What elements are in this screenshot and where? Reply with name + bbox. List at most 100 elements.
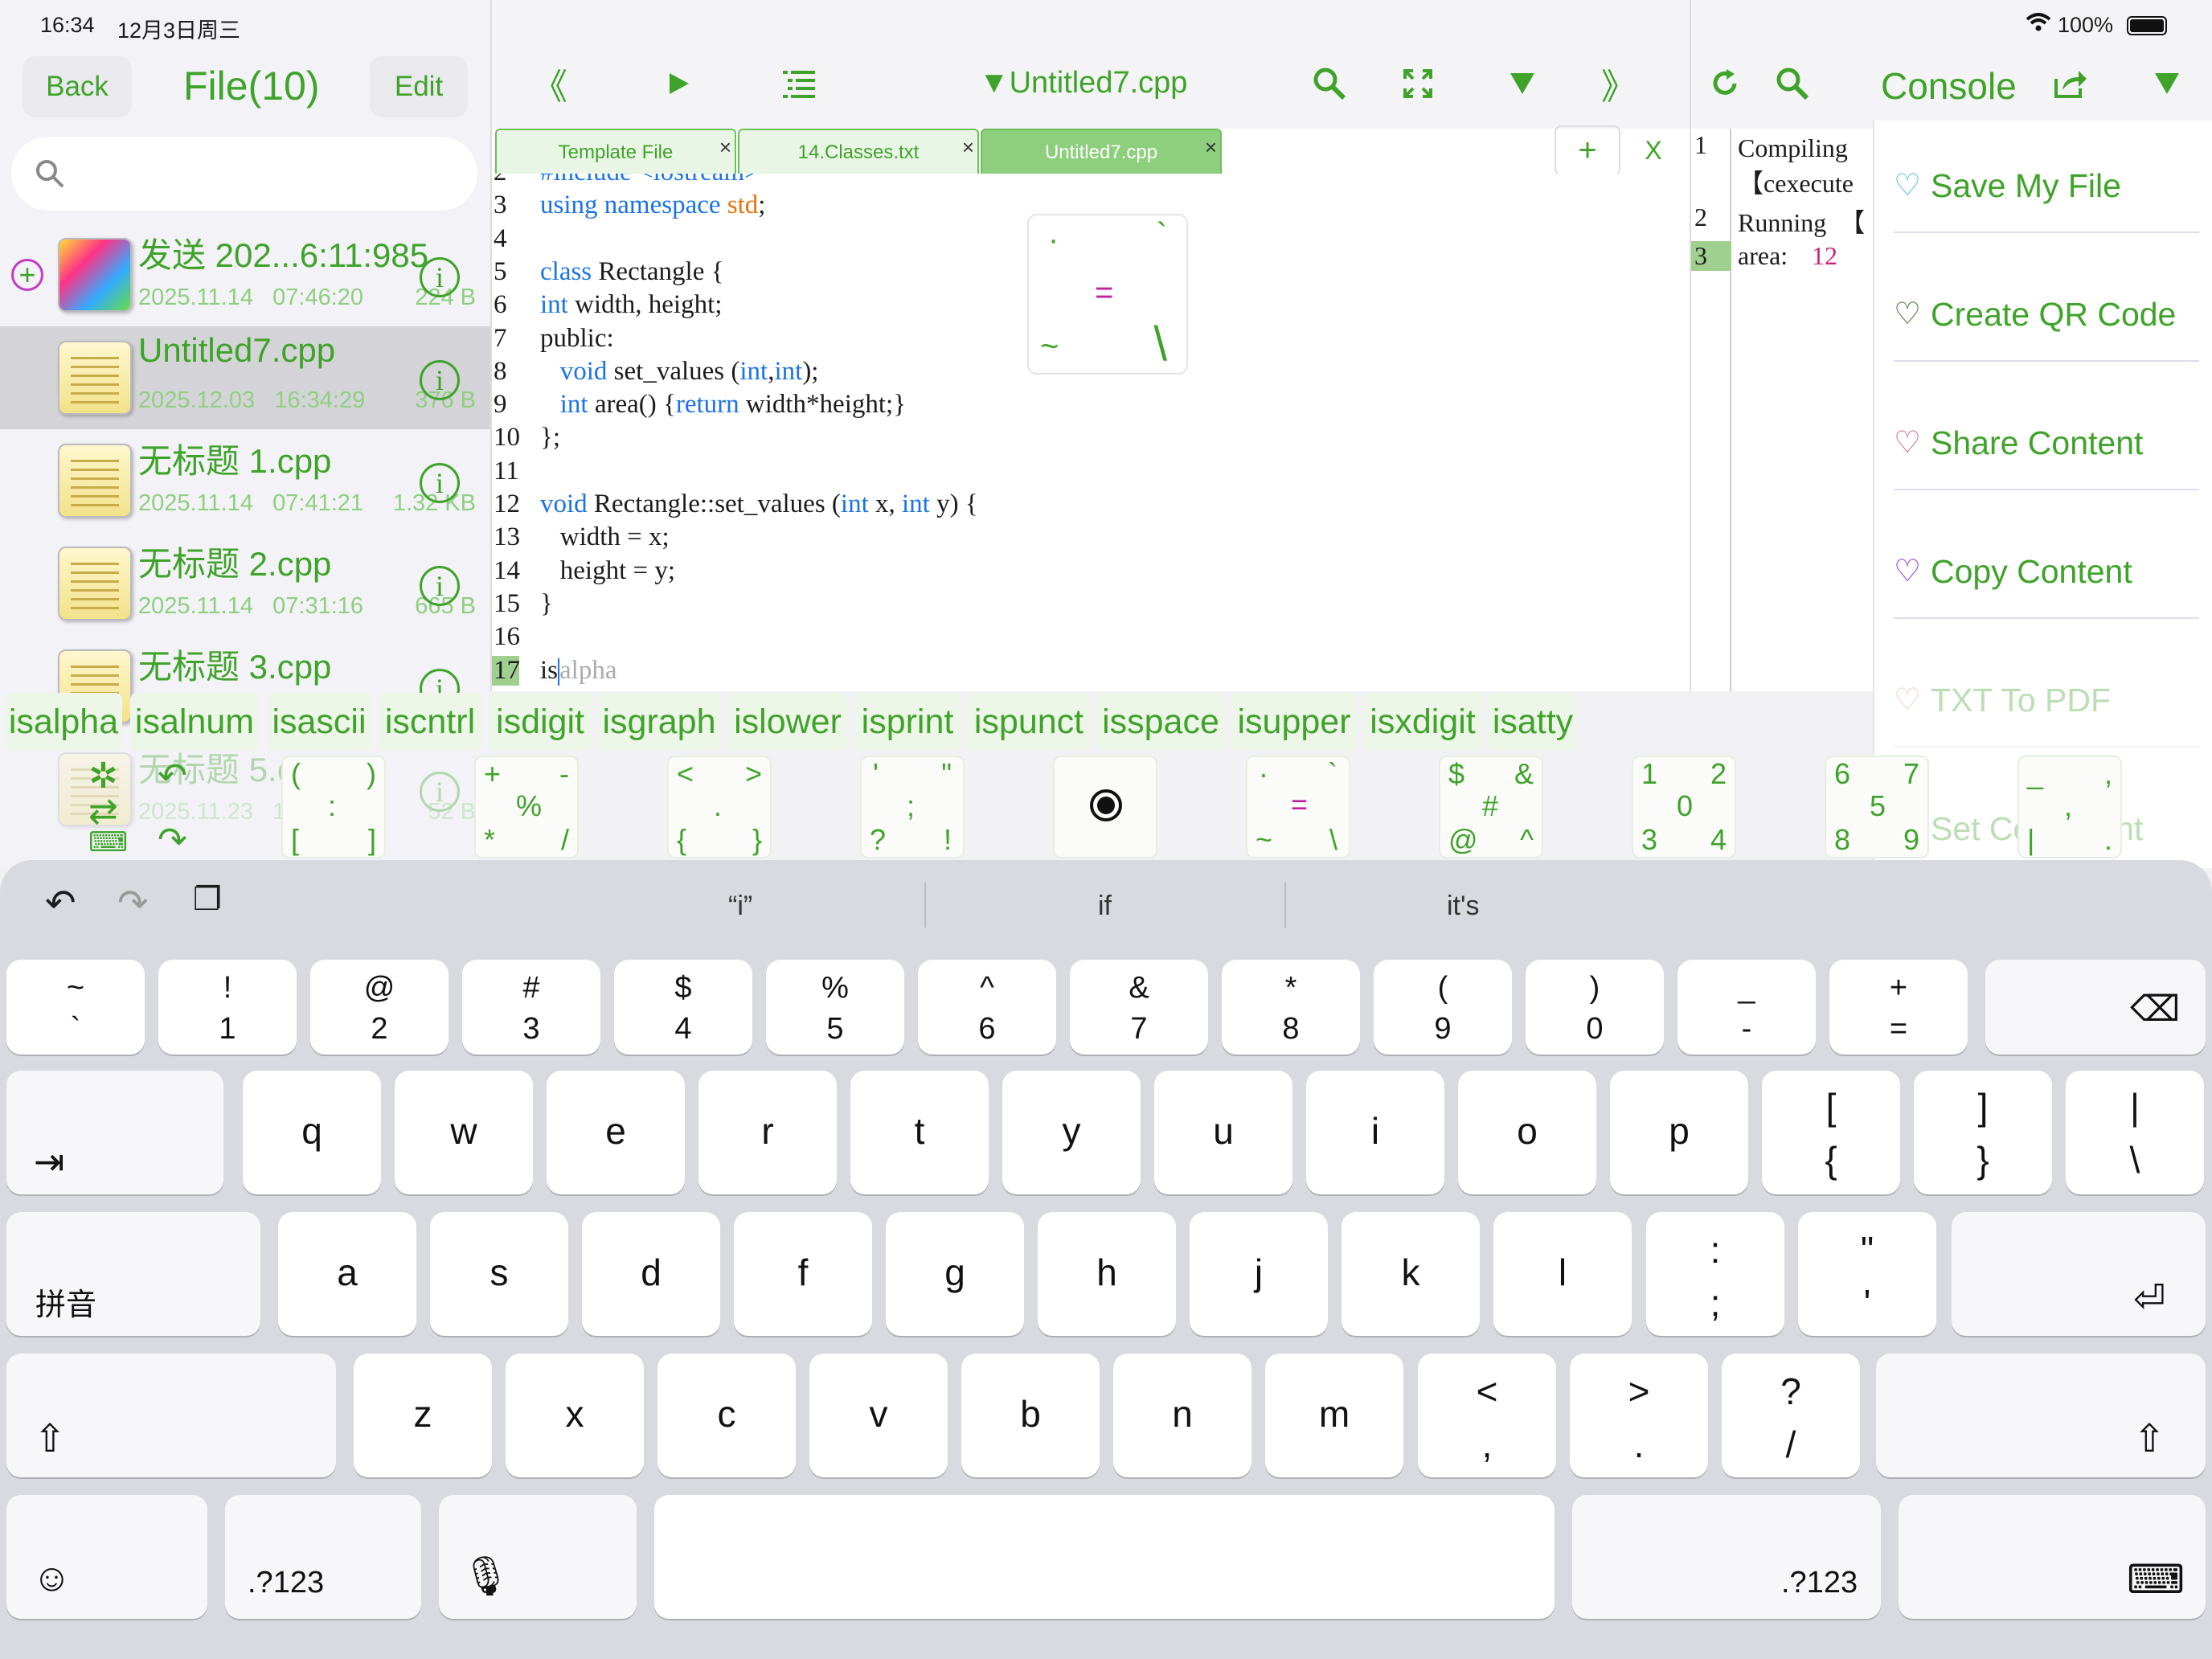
pinyin-key[interactable]: 拼音 <box>6 1212 260 1336</box>
code-line[interactable]: 13 width = x; <box>492 522 1690 555</box>
file-list-item[interactable]: 发送 202...6:11:985 2025.11.14 07:46:20 224 … <box>0 223 490 326</box>
key-o[interactable]: o <box>1458 1071 1596 1194</box>
code-line[interactable]: 16 <box>492 622 1690 655</box>
sym-key-special[interactable]: $ & # @ ^ <box>1439 756 1543 858</box>
shift-right-key[interactable]: ⇧ <box>1876 1354 2206 1477</box>
search-input[interactable] <box>11 137 477 211</box>
key-b[interactable]: b <box>961 1354 1100 1477</box>
paste-icon[interactable]: ❐ <box>193 881 222 918</box>
key-g[interactable]: g <box>886 1212 1024 1336</box>
fullscreen-icon[interactable] <box>1392 58 1444 109</box>
code-line[interactable]: 15} <box>492 589 1690 622</box>
outline-icon[interactable] <box>773 58 825 109</box>
completion-item[interactable]: isgraph <box>598 693 720 751</box>
next-panel-icon[interactable]: 》 <box>1593 58 1645 109</box>
menu-item[interactable]: ♡ Share Content <box>1894 410 2199 490</box>
key-j[interactable]: j <box>1190 1212 1328 1336</box>
dictation-key[interactable]: 🎙 <box>439 1495 637 1619</box>
key-0[interactable]: ) 0 <box>1526 960 1664 1055</box>
key-p[interactable]: p <box>1610 1071 1748 1194</box>
key-bracket[interactable]: [{ <box>1762 1071 1900 1194</box>
sym-key-quotes[interactable]: ' ";?! <box>860 756 965 858</box>
key-=[interactable]: + = <box>1829 960 1968 1055</box>
redo-icon[interactable]: ↷ <box>117 881 149 924</box>
shift-left-key[interactable]: ⇧ <box>6 1354 336 1477</box>
close-tab-button[interactable]: X <box>1628 125 1678 175</box>
search-icon[interactable] <box>1304 58 1355 109</box>
dropdown-icon[interactable] <box>1497 58 1548 109</box>
cursor-joystick[interactable] <box>1053 756 1157 858</box>
code-line[interactable]: 11 <box>492 457 1690 490</box>
floating-symbol-pad[interactable]: · ` = ~ \ <box>1027 214 1188 375</box>
key-l[interactable]: l <box>1493 1212 1632 1336</box>
run-icon[interactable] <box>653 58 704 109</box>
completion-item[interactable]: isascii <box>267 693 371 751</box>
key-punct[interactable]: :; <box>1646 1212 1784 1336</box>
completion-item[interactable]: isalnum <box>130 693 259 751</box>
refresh-icon[interactable] <box>1699 58 1751 109</box>
return-key[interactable]: ⏎ <box>1952 1212 2206 1336</box>
file-title-dropdown[interactable]: ▼Untitled7.cpp <box>979 66 1187 100</box>
console-dropdown-icon[interactable] <box>2141 58 2193 109</box>
file-list-item[interactable]: Untitled7.cpp 2025.12.03 16:34:29 376 Bi <box>0 326 490 429</box>
completion-item[interactable]: iscntrl <box>378 693 482 751</box>
key-5[interactable]: % 5 <box>766 960 904 1055</box>
key-d[interactable]: d <box>582 1212 720 1336</box>
file-list-item[interactable]: 无标题 1.cpp 2025.11.14 07:41:21 1.32 KB i <box>0 429 490 532</box>
completion-item[interactable]: isupper <box>1231 693 1357 751</box>
code-line[interactable]: 9 int area() {return width*height;} <box>492 390 1690 423</box>
key-punct[interactable]: >. <box>1570 1354 1708 1477</box>
prev-panel-icon[interactable]: 《 <box>524 58 576 109</box>
key-bracket[interactable]: ]} <box>1914 1071 2052 1194</box>
back-button[interactable]: Back <box>23 56 132 117</box>
key-7[interactable]: & 7 <box>1070 960 1208 1055</box>
completion-item[interactable]: isspace <box>1096 693 1225 751</box>
tab-template-file[interactable]: Template File × <box>495 129 736 175</box>
key-k[interactable]: k <box>1342 1212 1480 1336</box>
suggestion-3[interactable]: it's <box>1447 891 1480 922</box>
key-6[interactable]: ^ 6 <box>918 960 1056 1055</box>
numbers-key[interactable]: .?123 <box>225 1495 421 1619</box>
tab-classes[interactable]: 14.Classes.txt × <box>738 129 979 175</box>
share-icon[interactable] <box>2045 58 2096 109</box>
undo-icon[interactable]: ↶ <box>45 881 76 924</box>
code-line[interactable]: 14 height = y; <box>492 556 1690 589</box>
key--[interactable]: _ - <box>1677 960 1816 1055</box>
key-punct[interactable]: " ' <box>1798 1212 1936 1336</box>
backspace-key[interactable]: ⌫ <box>1985 960 2206 1055</box>
key-s[interactable]: s <box>430 1212 568 1336</box>
hide-keyboard-key[interactable]: ⌨ <box>1899 1495 2206 1619</box>
info-icon[interactable]: i <box>420 463 460 503</box>
console-search-icon[interactable] <box>1767 58 1818 109</box>
sym-key-punct[interactable]: _,, |. <box>2017 756 2122 858</box>
completion-item[interactable]: isxdigit <box>1363 693 1482 751</box>
key-u[interactable]: u <box>1154 1071 1292 1194</box>
sym-key-digits-a[interactable]: 12034 <box>1632 756 1736 858</box>
key-2[interactable]: @2 <box>310 960 449 1055</box>
key-t[interactable]: t <box>850 1071 989 1194</box>
key-m[interactable]: m <box>1265 1354 1403 1477</box>
key-n[interactable]: n <box>1113 1354 1251 1477</box>
menu-item[interactable]: ♡ Create QR Code <box>1894 281 2199 362</box>
info-icon[interactable]: i <box>420 566 460 606</box>
sym-key-digits-b[interactable]: 67589 <box>1825 756 1929 858</box>
sym-key-math[interactable]: + -% * / <box>474 756 579 858</box>
key-q[interactable]: q <box>243 1071 381 1194</box>
menu-item[interactable]: ♡ Save My File <box>1894 153 2199 233</box>
menu-item[interactable]: ♡ Copy Content <box>1894 539 2199 619</box>
key-r[interactable]: r <box>698 1071 837 1194</box>
key-v[interactable]: v <box>809 1354 948 1477</box>
info-icon[interactable]: i <box>420 360 460 400</box>
key-3[interactable]: #3 <box>462 960 600 1055</box>
completion-item[interactable]: isdigit <box>489 693 592 751</box>
key-punct[interactable]: ? / <box>1722 1354 1860 1477</box>
emoji-key[interactable]: ☺ <box>6 1495 207 1619</box>
editor-tools-cluster[interactable]: ✲ ↶ ⇄ ⌨ ↷ <box>77 756 206 860</box>
key-i[interactable]: i <box>1306 1071 1444 1194</box>
key-e[interactable]: e <box>547 1071 685 1194</box>
code-line[interactable]: 10}; <box>492 423 1690 456</box>
completion-item[interactable]: isalpha <box>5 693 122 751</box>
completion-item[interactable]: isprint <box>854 693 961 751</box>
key-w[interactable]: w <box>395 1071 533 1194</box>
sym-key-equals[interactable]: · ` = ~ \ <box>1246 756 1350 858</box>
